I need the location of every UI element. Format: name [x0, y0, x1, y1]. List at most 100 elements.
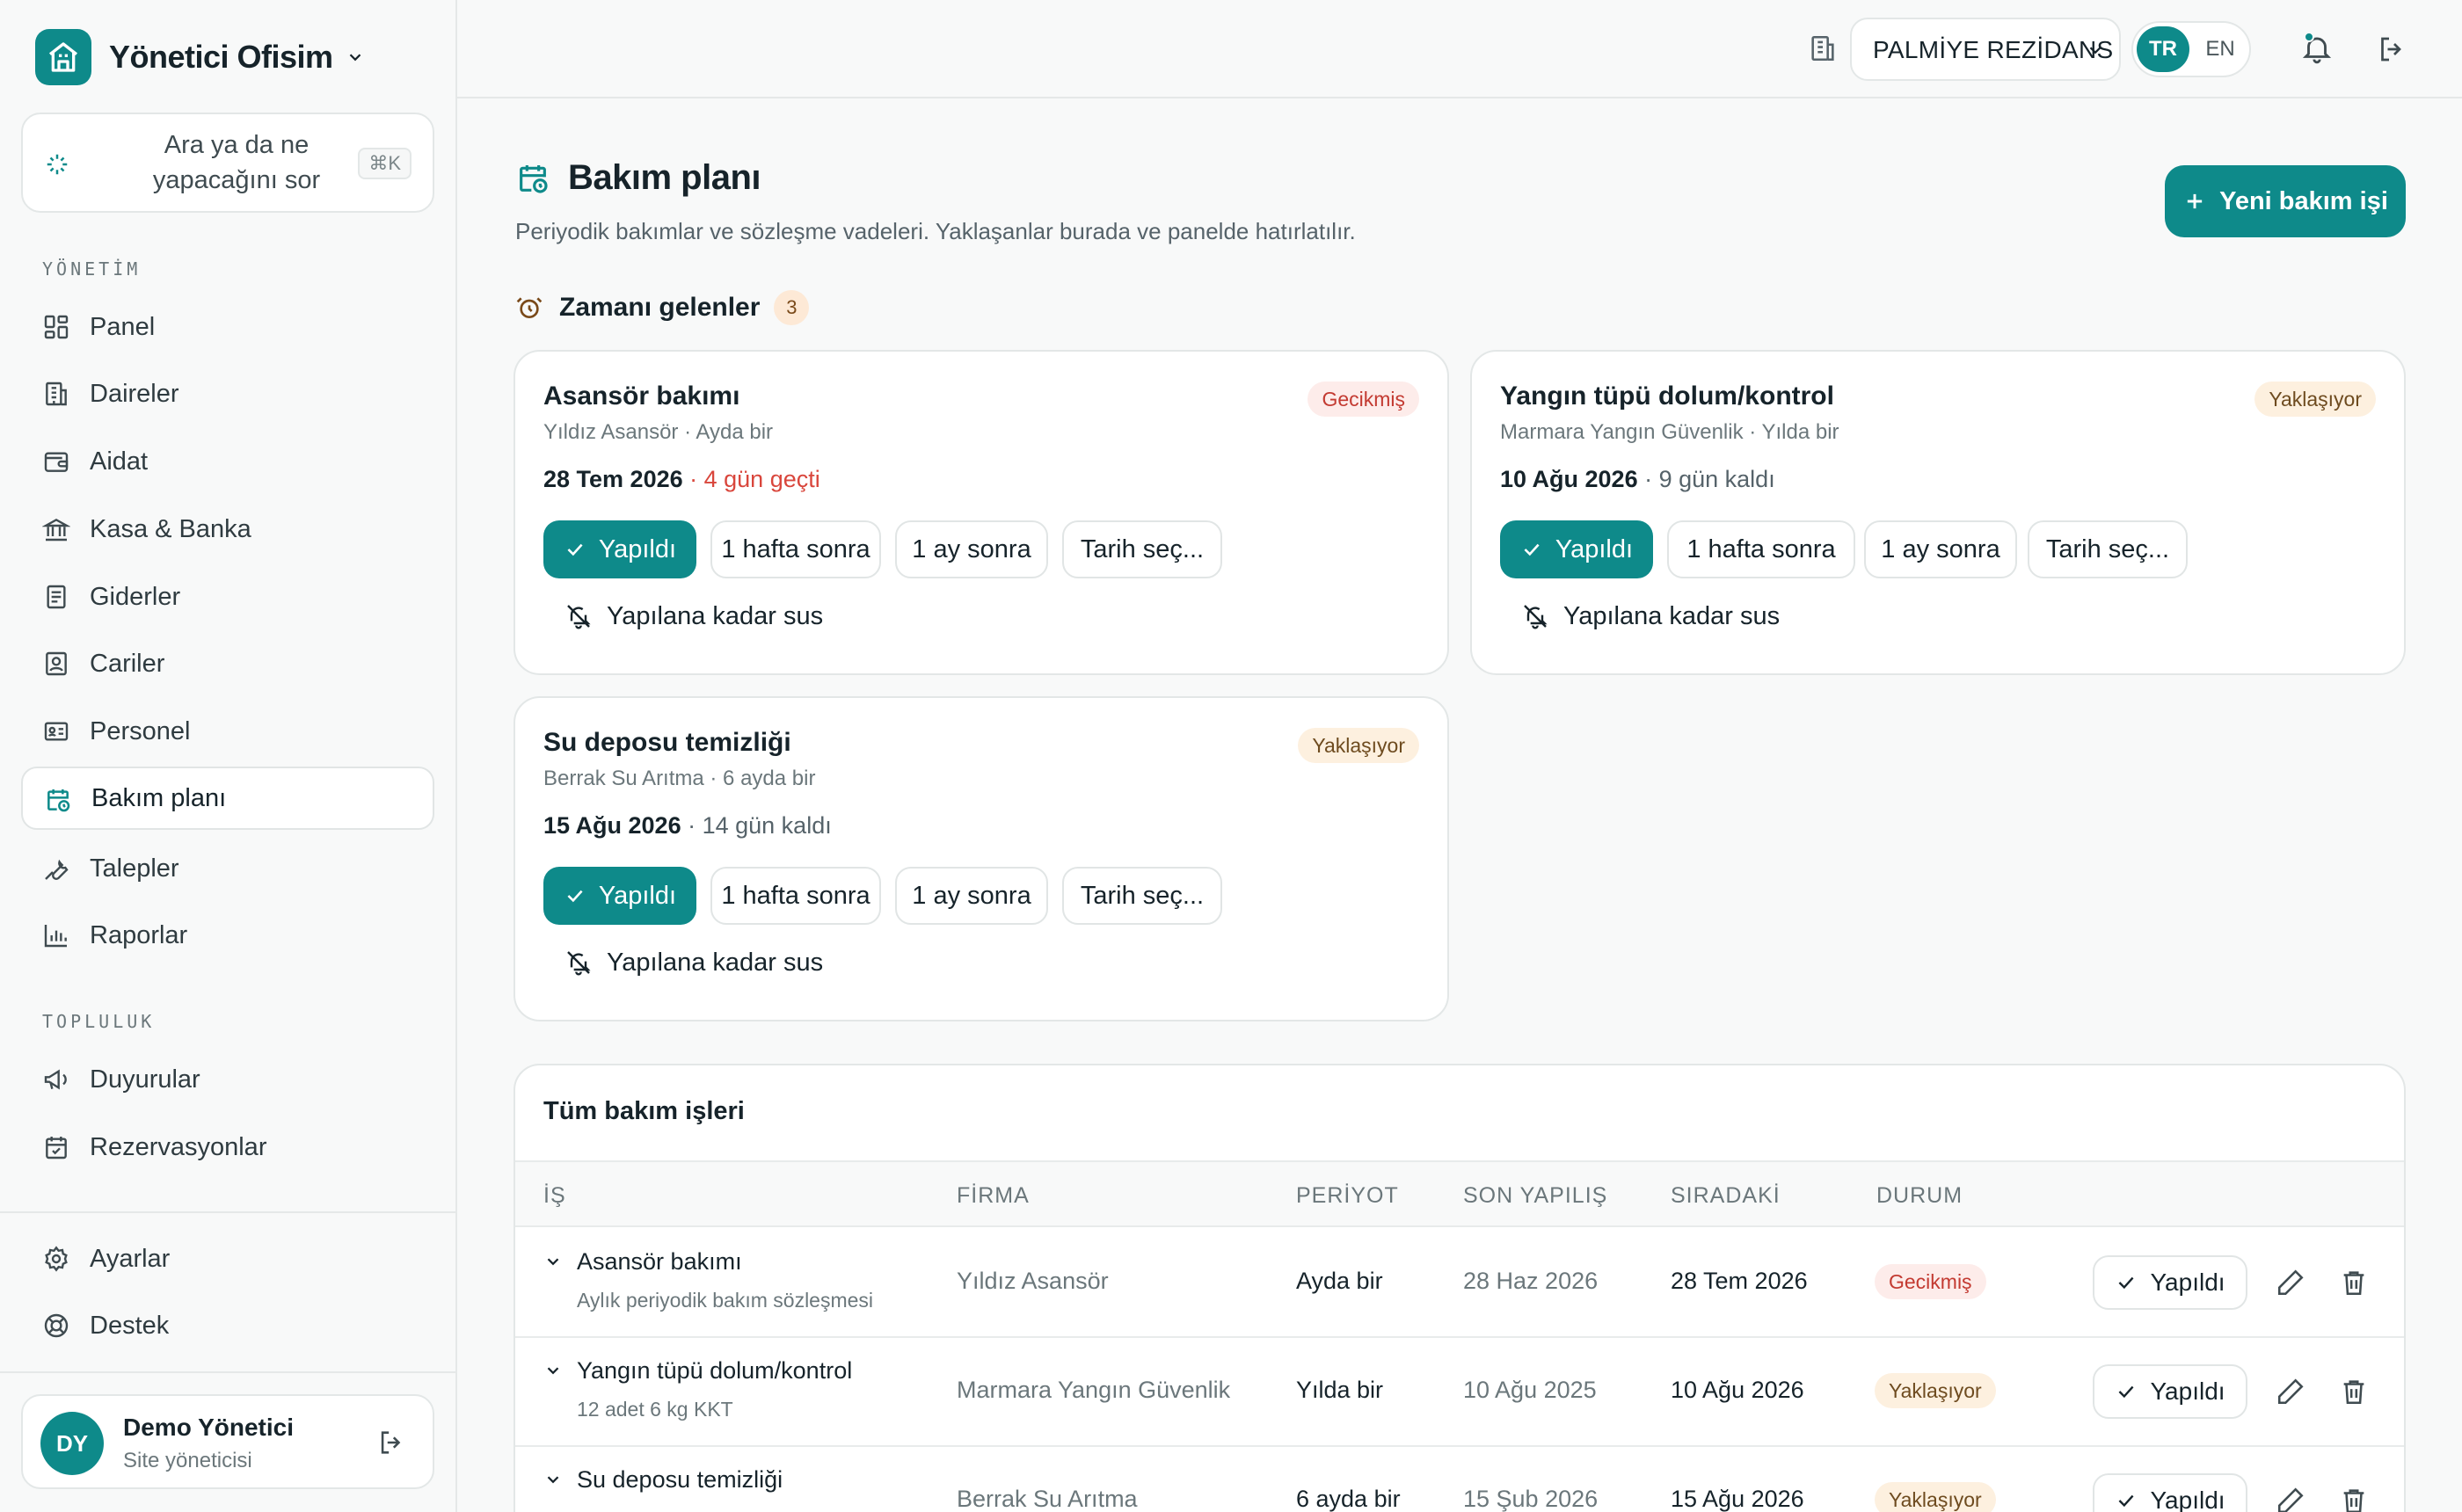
check-icon: [1524, 543, 1540, 556]
sidebar-item-panel[interactable]: Panel: [21, 295, 434, 359]
section-label-management: YÖNETİM: [42, 258, 142, 280]
brand[interactable]: Yönetici Ofisim: [35, 28, 365, 86]
period: Yılda bir: [1296, 1377, 1384, 1403]
chevron-down-icon[interactable]: [543, 1361, 563, 1380]
snooze-button[interactable]: Yapılana kadar sus: [565, 934, 823, 992]
chevron-down-icon: [2086, 40, 2105, 60]
lang-en-button[interactable]: EN: [2195, 26, 2246, 72]
topbar: PALMİYE REZİDANS TR EN: [457, 0, 2462, 98]
sidebar-item-label: Aidat: [90, 447, 149, 476]
card-date: 28 Tem 2026 · 4 gün geçti: [543, 466, 820, 493]
sidebar-item-ayarlar[interactable]: Ayarlar: [21, 1227, 434, 1290]
postpone-week-button[interactable]: 1 hafta sonra: [710, 867, 881, 925]
bell-off-icon: [567, 951, 591, 976]
new-maintenance-button[interactable]: Yeni bakım işi: [2165, 165, 2406, 237]
calendar-clock-icon: [44, 786, 72, 814]
trash-icon[interactable]: [2339, 1377, 2369, 1407]
postpone-week-button[interactable]: 1 hafta sonra: [1667, 520, 1855, 578]
section-label-community: TOPLULUK: [42, 1011, 156, 1032]
avatar: DY: [40, 1412, 104, 1475]
done-button[interactable]: Yapıldı: [543, 867, 696, 925]
sidebar-item-label: Cariler: [90, 649, 165, 678]
ask-assistant-box[interactable]: Ara ya da ne yapacağını sor ⌘K: [21, 113, 434, 213]
trash-icon[interactable]: [2339, 1268, 2369, 1298]
card-subtitle: Yıldız Asansör · Ayda bir: [543, 420, 774, 444]
id-card-icon: [42, 717, 70, 745]
sidebar-item-label: Raporlar: [90, 920, 188, 949]
sidebar-item-rezervasyonlar[interactable]: Rezervasyonlar: [21, 1116, 434, 1179]
logout-icon[interactable]: [2376, 33, 2407, 65]
column-header: PERİYOT: [1296, 1183, 1399, 1208]
relative-time: · 9 gün kaldı: [1644, 466, 1775, 492]
sparkle-icon: [44, 151, 70, 178]
sidebar-divider: [0, 1371, 455, 1373]
pick-date-button[interactable]: Tarih seç...: [1062, 520, 1222, 578]
postpone-month-button[interactable]: 1 ay sonra: [1864, 520, 2017, 578]
chevron-down-icon[interactable]: [543, 1252, 563, 1271]
trash-icon[interactable]: [2339, 1486, 2369, 1512]
ask-placeholder: Ara ya da ne yapacağını sor: [152, 131, 321, 194]
maintenance-table: Tüm bakım işleri İŞ FİRMA PERİYOT SON YA…: [514, 1064, 2406, 1512]
sidebar-item-label: Kasa & Banka: [90, 514, 251, 543]
pencil-icon[interactable]: [2276, 1268, 2305, 1298]
sidebar-item-kasa-banka[interactable]: Kasa & Banka: [21, 498, 434, 561]
column-header: SON YAPILIŞ: [1463, 1183, 1608, 1208]
card-date: 10 Ağu 2026 · 9 gün kaldı: [1500, 466, 1775, 493]
check-icon: [567, 543, 583, 556]
row-done-button[interactable]: Yapıldı: [2093, 1255, 2247, 1310]
column-header: İŞ: [543, 1183, 566, 1208]
status-badge: Gecikmiş: [1307, 382, 1419, 417]
dashboard-icon: [42, 313, 70, 341]
row-done-button[interactable]: Yapıldı: [2093, 1473, 2247, 1512]
row-done-button[interactable]: Yapıldı: [2093, 1364, 2247, 1419]
pencil-icon[interactable]: [2276, 1486, 2305, 1512]
postpone-month-button[interactable]: 1 ay sonra: [895, 520, 1048, 578]
sidebar-item-label: Panel: [90, 312, 156, 341]
done-button[interactable]: Yapıldı: [543, 520, 696, 578]
logout-icon[interactable]: [376, 1428, 406, 1457]
postpone-week-button[interactable]: 1 hafta sonra: [710, 520, 881, 578]
chevron-down-icon[interactable]: [543, 1470, 563, 1489]
sidebar-item-bakim-plani[interactable]: Bakım planı: [21, 767, 434, 830]
sidebar-item-talepler[interactable]: Talepler: [21, 837, 434, 900]
pick-date-button[interactable]: Tarih seç...: [2028, 520, 2188, 578]
snooze-button[interactable]: Yapılana kadar sus: [1521, 587, 1780, 645]
user-role: Site yöneticisi: [123, 1449, 252, 1472]
user-card[interactable]: DY Demo Yönetici Site yöneticisi: [21, 1394, 434, 1489]
chevron-down-icon: [346, 47, 365, 67]
sidebar-item-destek[interactable]: Destek: [21, 1294, 434, 1357]
table-row: Yangın tüpü dolum/kontrol 12 adet 6 kg K…: [515, 1338, 2404, 1447]
sidebar-item-giderler[interactable]: Giderler: [21, 565, 434, 629]
site-select[interactable]: PALMİYE REZİDANS: [1850, 18, 2121, 81]
snooze-button[interactable]: Yapılana kadar sus: [565, 587, 823, 645]
done-label: Yapıldı: [2150, 1268, 2225, 1296]
sidebar-item-aidat[interactable]: Aidat: [21, 430, 434, 493]
column-header: FİRMA: [957, 1183, 1030, 1208]
shortcut-hint: ⌘K: [358, 148, 412, 179]
lang-tr-button[interactable]: TR: [2137, 26, 2189, 72]
status-badge: Yaklaşıyor: [1875, 1482, 1996, 1512]
check-icon: [2119, 1385, 2134, 1399]
last-done: 28 Haz 2026: [1463, 1268, 1599, 1294]
sidebar-item-label: Destek: [90, 1311, 170, 1340]
sidebar-item-cariler[interactable]: Cariler: [21, 632, 434, 695]
pick-date-button[interactable]: Tarih seç...: [1062, 867, 1222, 925]
sidebar-item-label: Ayarlar: [90, 1244, 171, 1273]
table-row: Su deposu temizliği Berrak Su Arıtma 6 a…: [515, 1447, 2404, 1512]
card-subtitle: Marmara Yangın Güvenlik · Yılda bir: [1500, 420, 1839, 444]
user-name: Demo Yönetici: [123, 1414, 294, 1441]
done-button[interactable]: Yapıldı: [1500, 520, 1653, 578]
sidebar-item-duyurular[interactable]: Duyurular: [21, 1048, 434, 1111]
sidebar-item-daireler[interactable]: Daireler: [21, 362, 434, 425]
due-date: 10 Ağu 2026: [1500, 466, 1638, 492]
relative-time: · 4 gün geçti: [689, 466, 820, 492]
period: Ayda bir: [1296, 1268, 1383, 1294]
building-icon: [42, 380, 70, 408]
done-label: Yapıldı: [598, 534, 677, 563]
new-button-label: Yeni bakım işi: [2219, 186, 2388, 215]
done-label: Yapıldı: [598, 881, 677, 910]
pencil-icon[interactable]: [2276, 1377, 2305, 1407]
sidebar-item-raporlar[interactable]: Raporlar: [21, 904, 434, 967]
sidebar-item-personel[interactable]: Personel: [21, 700, 434, 763]
postpone-month-button[interactable]: 1 ay sonra: [895, 867, 1048, 925]
